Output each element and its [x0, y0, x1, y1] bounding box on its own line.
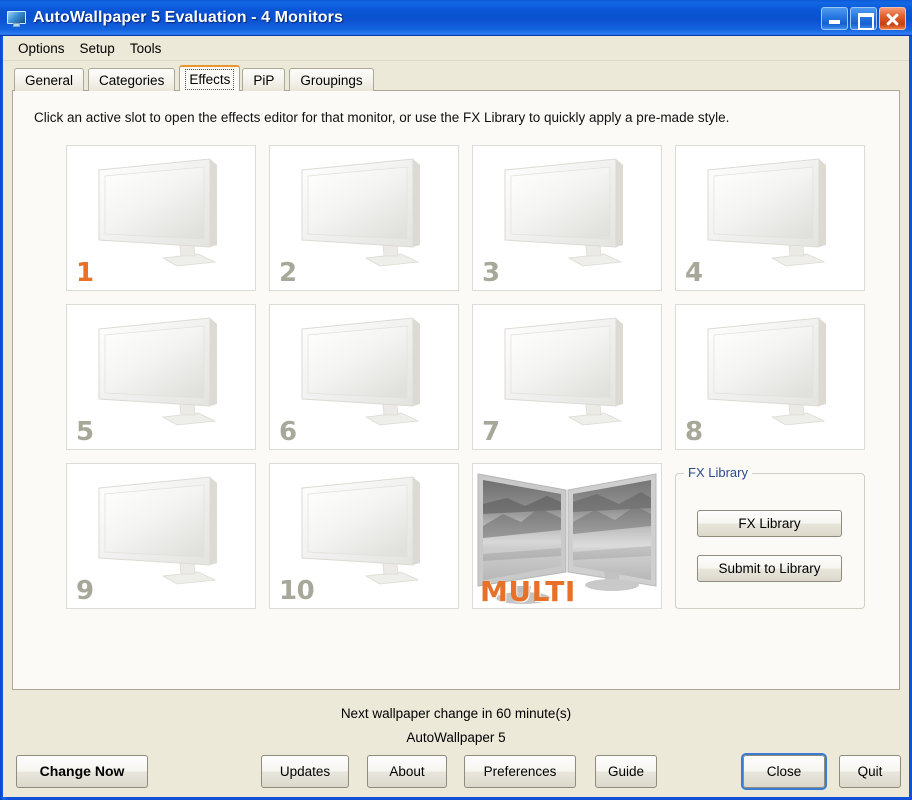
- effects-tab-page: Click an active slot to open the effects…: [12, 90, 900, 690]
- slot-number: 7: [482, 417, 500, 448]
- updates-button[interactable]: Updates: [261, 754, 349, 788]
- page-hint-text: Click an active slot to open the effects…: [34, 110, 730, 125]
- title-bar: AutoWallpaper 5 Evaluation - 4 Monitors: [0, 0, 912, 36]
- monitor-icon: [7, 10, 26, 27]
- status-area: Next wallpaper change in 60 minute(s) Au…: [3, 690, 909, 745]
- menu-item-tools[interactable]: Tools: [123, 38, 170, 59]
- application-window: AutoWallpaper 5 Evaluation - 4 Monitors …: [0, 0, 912, 800]
- slot-number: 10: [279, 576, 315, 607]
- minimize-icon[interactable]: [821, 6, 848, 30]
- slot-number: 3: [482, 258, 500, 289]
- about-button[interactable]: About: [367, 754, 447, 788]
- window-title: AutoWallpaper 5 Evaluation - 4 Monitors: [33, 9, 344, 26]
- menu-item-options[interactable]: Options: [11, 38, 73, 59]
- client-area: Options Setup Tools General Categories E…: [3, 36, 909, 797]
- slot-number: 6: [279, 417, 297, 448]
- monitor-slot-multi[interactable]: MULTI: [472, 463, 662, 609]
- slot-number: 5: [76, 417, 94, 448]
- fx-library-group: FX Library FX Library Submit to Library: [675, 463, 865, 609]
- tab-effects[interactable]: Effects: [179, 65, 241, 91]
- monitor-slot[interactable]: 10: [269, 463, 459, 609]
- next-change-text: Next wallpaper change in 60 minute(s): [340, 706, 572, 721]
- menu-bar: Options Setup Tools: [3, 36, 909, 61]
- single-monitor-icon: [676, 305, 864, 449]
- single-monitor-icon: [67, 146, 255, 290]
- monitor-slot[interactable]: 1: [66, 145, 256, 291]
- slot-number: MULTI: [480, 575, 576, 609]
- app-name-text: AutoWallpaper 5: [406, 730, 506, 745]
- single-monitor-icon: [270, 305, 458, 449]
- monitor-slot[interactable]: 2: [269, 145, 459, 291]
- slot-number: 9: [76, 576, 94, 607]
- single-monitor-icon: [676, 146, 864, 290]
- single-monitor-icon: [473, 146, 661, 290]
- monitor-slot[interactable]: 8: [675, 304, 865, 450]
- monitor-slot[interactable]: 7: [472, 304, 662, 450]
- preferences-button[interactable]: Preferences: [464, 754, 576, 788]
- single-monitor-icon: [270, 146, 458, 290]
- close-icon[interactable]: [879, 6, 906, 30]
- monitor-slot-grid: 1 2 3 4 5 6 7 8 9 10 MULTI FX Library FX…: [66, 145, 891, 609]
- single-monitor-icon: [473, 305, 661, 449]
- fx-library-legend: FX Library: [684, 465, 752, 480]
- group-box-frame: [675, 473, 865, 609]
- change-now-button[interactable]: Change Now: [16, 754, 148, 788]
- single-monitor-icon: [67, 464, 255, 608]
- tab-categories[interactable]: Categories: [88, 68, 176, 91]
- monitor-slot[interactable]: 4: [675, 145, 865, 291]
- quit-button[interactable]: Quit: [839, 754, 901, 788]
- monitor-slot[interactable]: 3: [472, 145, 662, 291]
- bottom-button-bar: Change Now Updates About Preferences Gui…: [3, 745, 909, 797]
- tab-strip: General Categories Effects PiP Groupings: [3, 65, 909, 91]
- slot-number: 2: [279, 258, 297, 289]
- fx-library-button[interactable]: FX Library: [697, 510, 842, 537]
- tab-general[interactable]: General: [14, 68, 85, 91]
- monitor-slot[interactable]: 5: [66, 304, 256, 450]
- tab-groupings[interactable]: Groupings: [289, 68, 374, 91]
- submit-to-library-button[interactable]: Submit to Library: [697, 555, 842, 582]
- close-button[interactable]: Close: [741, 752, 827, 790]
- tab-pip[interactable]: PiP: [242, 68, 286, 91]
- monitor-slot[interactable]: 6: [269, 304, 459, 450]
- slot-number: 8: [685, 417, 703, 448]
- maximize-icon[interactable]: [850, 6, 877, 30]
- guide-button[interactable]: Guide: [595, 754, 657, 788]
- slot-number: 4: [685, 258, 703, 289]
- single-monitor-icon: [67, 305, 255, 449]
- window-controls: [821, 6, 908, 30]
- menu-item-setup[interactable]: Setup: [73, 38, 123, 59]
- monitor-slot[interactable]: 9: [66, 463, 256, 609]
- slot-number: 1: [76, 258, 94, 289]
